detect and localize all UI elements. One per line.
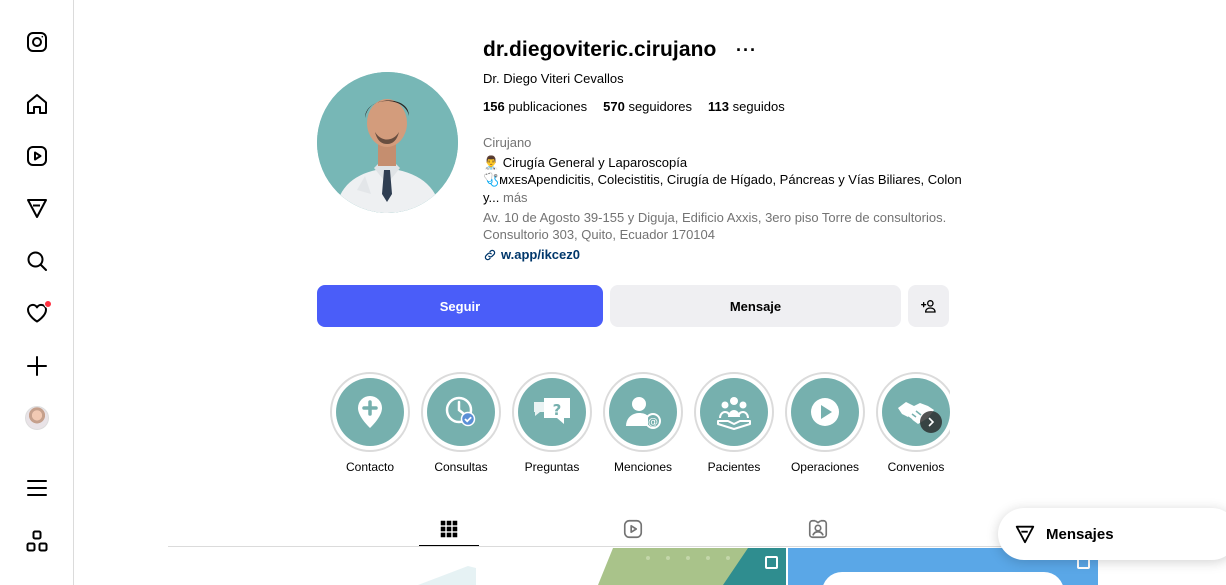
highlight-ring	[785, 372, 865, 452]
profile-username: dr.diegoviteric.cirujano	[483, 38, 717, 61]
search-icon[interactable]	[24, 248, 50, 274]
doctor-portrait-image	[317, 72, 458, 213]
highlight-cover	[700, 378, 768, 446]
highlight-pacientes[interactable]: Pacientes	[694, 372, 774, 474]
highlight-ring	[876, 372, 950, 452]
follow-button[interactable]: Seguir	[317, 285, 603, 327]
profile-full-name: Dr. Diego Viteri Cevallos	[483, 71, 624, 86]
profile-link-text: w.app/ikcez0	[501, 247, 580, 262]
add-person-icon	[920, 300, 936, 313]
suggest-people-button[interactable]	[908, 285, 949, 327]
stat-following[interactable]: 113 seguidos	[708, 99, 785, 114]
highlight-ring	[694, 372, 774, 452]
highlight-label: Menciones	[613, 460, 673, 474]
highlight-label: Contacto	[345, 460, 395, 474]
profile-category: Cirujano	[483, 135, 532, 150]
reels-tab-icon	[623, 519, 643, 539]
highlight-preguntas[interactable]: ? Preguntas	[512, 372, 592, 474]
messages-label: Mensajes	[1046, 525, 1114, 543]
notification-dot	[44, 300, 52, 308]
bio-truncated-text: y...	[483, 190, 500, 205]
profile-avatar[interactable]	[24, 405, 50, 431]
highlight-ring	[330, 372, 410, 452]
highlight-ring: ?	[512, 372, 592, 452]
bio-line-1: 👨‍⚕️ Cirugía General y Laparoscopía	[483, 155, 688, 170]
avatar	[25, 406, 49, 430]
posts-label: publicaciones	[508, 99, 588, 114]
tagged-tab-icon	[808, 519, 828, 539]
post-thumbnail[interactable]	[478, 548, 786, 585]
highlight-label: Consultas	[434, 460, 488, 474]
tabs-divider	[168, 546, 1098, 547]
highlight-label: Preguntas	[524, 460, 580, 474]
post-image	[418, 566, 476, 585]
message-button[interactable]: Mensaje	[610, 285, 901, 327]
highlights-next-button[interactable]	[920, 411, 942, 433]
play-circle-icon	[811, 398, 839, 426]
following-label: seguidos	[732, 99, 785, 114]
post-thumbnail[interactable]	[168, 548, 476, 585]
highlight-ring	[421, 372, 501, 452]
people-hand-icon	[717, 397, 751, 430]
tab-reels[interactable]	[603, 512, 663, 546]
highlight-menciones[interactable]: @ Menciones	[603, 372, 683, 474]
profile-website-link[interactable]: w.app/ikcez0	[483, 247, 580, 262]
chat-question-icon: ?	[534, 398, 570, 424]
bio-line-3: y... más	[483, 190, 528, 205]
profile-picture[interactable]	[317, 72, 458, 213]
link-chain-icon	[484, 249, 496, 260]
highlight-cover	[427, 378, 495, 446]
posts-count: 156	[483, 99, 505, 114]
highlight-operaciones[interactable]: Operaciones	[785, 372, 865, 474]
messages-button[interactable]: Mensajes	[998, 508, 1226, 560]
highlight-cover	[336, 378, 404, 446]
followers-label: seguidores	[628, 99, 693, 114]
highlight-contacto[interactable]: Contacto	[330, 372, 410, 474]
highlight-cover	[791, 378, 859, 446]
profile-address: Av. 10 de Agosto 39-155 y Diguja, Edific…	[483, 210, 947, 242]
map-pin-plus-icon	[358, 396, 382, 428]
create-plus-icon[interactable]	[24, 353, 50, 379]
user-at-icon: @	[626, 397, 661, 429]
highlight-label: Convenios	[887, 460, 945, 474]
stat-posts: 156 publicaciones	[483, 99, 587, 114]
tab-posts[interactable]	[419, 512, 479, 547]
following-count: 113	[708, 99, 730, 114]
followers-count: 570	[603, 99, 625, 114]
left-sidebar-nav	[0, 0, 74, 585]
post-image	[598, 548, 786, 585]
multi-post-icon	[765, 556, 778, 569]
direct-message-icon	[1015, 525, 1035, 544]
bio-more-link[interactable]: más	[503, 190, 528, 205]
highlight-consultas[interactable]: Consultas	[421, 372, 501, 474]
more-apps-icon[interactable]	[24, 528, 50, 554]
stat-followers[interactable]: 570 seguidores	[603, 99, 692, 114]
tab-tagged[interactable]	[788, 512, 848, 546]
clock-check-icon	[445, 396, 476, 427]
highlight-label: Pacientes	[707, 460, 761, 474]
menu-hamburger-icon[interactable]	[24, 475, 50, 501]
profile-stats: 156 publicaciones 570 seguidores 113 seg…	[483, 99, 785, 114]
svg-text:@: @	[648, 417, 658, 428]
reels-icon[interactable]	[24, 143, 50, 169]
posts-grid-icon	[440, 520, 458, 537]
options-more-icon[interactable]: ···	[736, 40, 757, 61]
highlight-cover: @	[609, 378, 677, 446]
highlight-cover: ?	[518, 378, 586, 446]
explore-icon[interactable]	[24, 195, 50, 221]
chevron-right-icon	[928, 417, 935, 427]
highlight-ring: @	[603, 372, 683, 452]
highlight-cover	[882, 378, 950, 446]
instagram-logo-icon[interactable]	[24, 29, 50, 55]
highlight-label: Operaciones	[790, 460, 860, 474]
svg-text:?: ?	[553, 401, 562, 419]
home-icon[interactable]	[24, 91, 50, 117]
notifications-heart-icon[interactable]	[24, 300, 52, 326]
bio-line-2: 🩺ᴍxᴇsApendicitis, Colecistitis, Cirugía …	[483, 172, 962, 187]
